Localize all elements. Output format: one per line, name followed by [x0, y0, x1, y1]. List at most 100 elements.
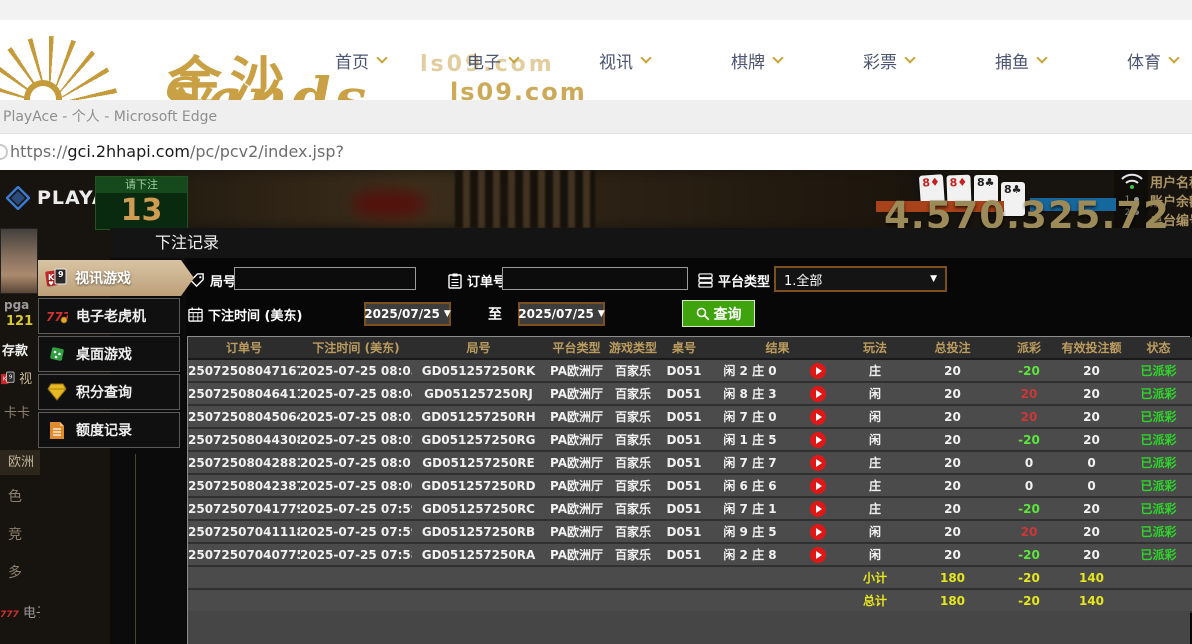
nav-item-lottery[interactable]: 彩票	[863, 48, 914, 73]
playace-diamond-icon	[6, 186, 30, 210]
column-header: 状态	[1125, 337, 1192, 359]
records-table: 订单号下注时间 (美东)局号平台类型游戏类型桌号结果玩法总投注派彩有效投注额状态…	[187, 336, 1190, 613]
modal-title: 下注记录	[110, 228, 1192, 258]
username-label: 用户名称:	[1150, 174, 1192, 193]
magnifier-icon	[696, 307, 710, 321]
window-title: PlayAce - 个人 - Microsoft Edge	[0, 100, 1192, 134]
dropdown-caret-icon: ▼	[598, 309, 605, 319]
search-button[interactable]: 查询	[682, 300, 755, 327]
subtotal-row: 小计180-20140	[188, 566, 1192, 589]
os-top-strip	[0, 0, 1192, 20]
cards-icon: K9	[0, 371, 15, 386]
round-input[interactable]	[234, 267, 416, 290]
gold-divider	[135, 454, 136, 644]
chevron-down-icon	[772, 52, 783, 63]
replay-video-icon[interactable]	[810, 363, 826, 379]
table-row: 2507250804506422025-07-25 08:03:06GD0512…	[188, 405, 1192, 428]
bg-lobby-europe[interactable]: 欧洲	[0, 450, 40, 475]
clipboard-icon	[448, 273, 462, 289]
table-header-row: 订单号下注时间 (美东)局号平台类型游戏类型桌号结果玩法总投注派彩有效投注额状态	[188, 337, 1192, 359]
bg-lobby-jing[interactable]: 竞	[8, 524, 22, 544]
bg-live-tab[interactable]: K9 视	[0, 368, 32, 387]
column-header: 结果	[710, 337, 845, 359]
column-header: 玩法	[845, 337, 905, 359]
replay-video-icon[interactable]	[810, 386, 826, 402]
date-to-picker[interactable]: 2025/07/25▼	[518, 302, 605, 326]
table-row: 2507250704111832025-07-25 07:59:15GD0512…	[188, 520, 1192, 543]
address-bar[interactable]: https://gci.2hhapi.com/pc/pcv2/index.jsp…	[0, 134, 1192, 170]
menu-item-live-games[interactable]: K ♥ 9 视讯游戏	[38, 260, 194, 296]
replay-video-icon[interactable]	[810, 478, 826, 494]
nav-item-cards[interactable]: 棋牌	[731, 48, 782, 73]
replay-video-icon[interactable]	[810, 409, 826, 425]
replay-video-icon[interactable]	[810, 455, 826, 471]
chevron-down-icon	[1168, 52, 1179, 63]
nav-item-live[interactable]: 视讯	[599, 48, 650, 73]
round-label: 局号	[190, 271, 236, 290]
screen: 金沙 ls09.com ls09.com Sands 首页 电子 视讯 棋牌 彩…	[0, 0, 1192, 644]
slots-777-icon: 777	[0, 610, 19, 620]
total-row: 总计180-20140	[188, 589, 1192, 612]
platform-icon	[698, 273, 713, 288]
bg-lobby-duo[interactable]: 多	[8, 562, 22, 582]
replay-video-icon[interactable]	[810, 524, 826, 540]
table-row: 2507250704177922025-07-25 07:59:55GD0512…	[188, 497, 1192, 520]
table-row: 2507250804288182025-07-25 08:01:05GD0512…	[188, 451, 1192, 474]
nav-item-slots[interactable]: 电子	[467, 48, 518, 73]
menu-item-quota[interactable]: 额度记录	[38, 412, 180, 448]
column-header: 下注时间 (美东)	[300, 337, 412, 359]
dice-icon	[46, 343, 68, 365]
order-input[interactable]	[502, 267, 688, 290]
dropdown-caret-icon: ▼	[930, 274, 937, 284]
bg-username: pga	[4, 298, 29, 312]
column-header: 有效投注额	[1058, 337, 1125, 359]
modal-menu: K ♥ 9 视讯游戏 777 电子老	[38, 260, 196, 450]
table-row: 2507250804641172025-07-25 08:04:22GD0512…	[188, 382, 1192, 405]
menu-item-slots[interactable]: 777 电子老虎机	[38, 298, 180, 334]
order-label: 订单号	[448, 271, 506, 290]
table-row: 2507250704077502025-07-25 07:58:51GD0512…	[188, 543, 1192, 566]
bet-records-modal: 下注记录 K ♥ 9 视讯游戏	[110, 228, 1192, 644]
replay-video-icon[interactable]	[810, 547, 826, 563]
sun-logo-icon	[0, 36, 118, 100]
svg-text:♥: ♥	[48, 281, 53, 288]
bg-balance: 121	[6, 314, 33, 329]
replay-video-icon[interactable]	[810, 432, 826, 448]
menu-item-table-games[interactable]: 桌面游戏	[38, 336, 180, 372]
chevron-down-icon	[904, 52, 915, 63]
wifi-icon	[1120, 172, 1144, 190]
svg-text:K: K	[3, 376, 7, 382]
bg-lobby-dianzi[interactable]: 777 电子	[0, 602, 40, 621]
chevron-down-icon	[640, 52, 651, 63]
countdown-value: 13	[96, 193, 187, 229]
table-footer-area	[187, 611, 1190, 644]
date-from-picker[interactable]: 2025/07/25▼	[364, 302, 451, 326]
dropdown-caret-icon: ▼	[444, 309, 451, 319]
url-domain: gci.2hhapi.com	[67, 142, 190, 161]
replay-video-icon[interactable]	[810, 501, 826, 517]
main-nav: 首页 电子 视讯 棋牌 彩票 捕鱼 体育	[335, 20, 1178, 100]
column-header: 订单号	[188, 337, 300, 359]
chevron-down-icon	[376, 52, 387, 63]
avatar	[0, 228, 38, 294]
background-sidebar: pga 121 存款 K9 视 卡卡 欧洲 色 竞 多 777 电子	[0, 228, 40, 644]
bg-deposit-link[interactable]: 存款	[2, 340, 28, 359]
table-row: 2507250804238712025-07-25 08:00:33GD0512…	[188, 474, 1192, 497]
blurred-blinds	[455, 170, 595, 228]
nav-item-home[interactable]: 首页	[335, 48, 386, 73]
column-header: 桌号	[658, 337, 710, 359]
modal-content: 局号 订单号	[186, 258, 1192, 644]
bg-lobby-se[interactable]: 色	[8, 486, 22, 506]
bet-time-label: 下注时间 (美东)	[188, 305, 302, 324]
bg-card-label: 卡卡	[4, 402, 30, 421]
column-header: 派彩	[1000, 337, 1058, 359]
platform-select[interactable]: 1.全部 ▼	[774, 266, 947, 292]
column-header: 总投注	[905, 337, 1000, 359]
menu-item-points[interactable]: 积分查询	[38, 374, 180, 410]
nav-item-sports[interactable]: 体育	[1127, 48, 1178, 73]
column-header: 局号	[412, 337, 545, 359]
cards-icon: K ♥ 9	[45, 267, 67, 289]
url-path: /pc/pcv2/index.jsp?	[190, 142, 344, 161]
url-scheme: https://	[10, 142, 67, 161]
nav-item-fishing[interactable]: 捕鱼	[995, 48, 1046, 73]
